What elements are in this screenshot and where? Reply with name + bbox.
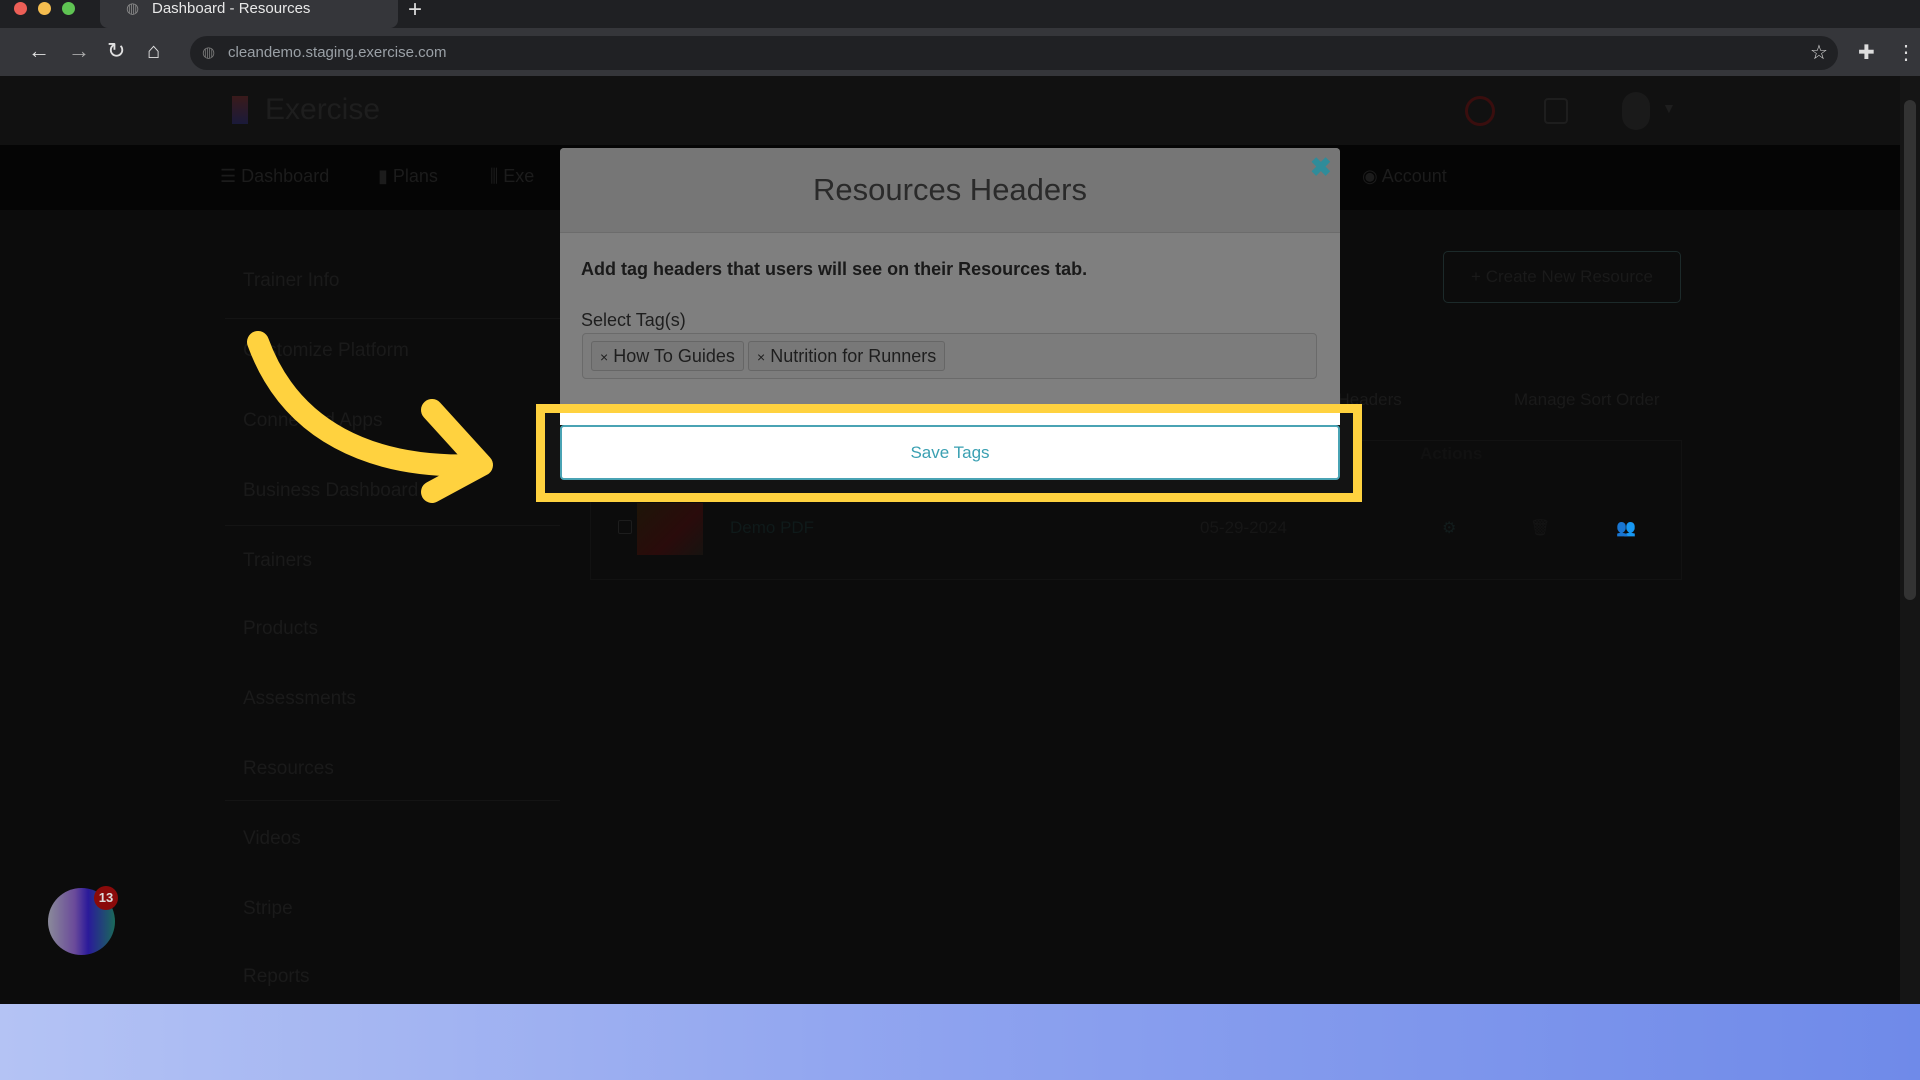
close-window-button[interactable] [14, 2, 27, 15]
site-info-icon: ◍ [202, 44, 216, 61]
sidebar-item-products[interactable]: Products [243, 618, 318, 640]
divider [225, 318, 560, 319]
tab-title: Dashboard - Resources [152, 0, 311, 17]
address-bar[interactable]: ◍ cleandemo.staging.exercise.com [190, 36, 1838, 70]
new-tab-button[interactable]: + [408, 0, 422, 24]
url-text: cleandemo.staging.exercise.com [228, 44, 447, 61]
extensions-icon[interactable]: ✚ [1858, 40, 1875, 65]
user-avatar[interactable] [1622, 92, 1650, 130]
nav-account[interactable]: ◉ Account [1362, 166, 1447, 187]
resource-thumbnail [637, 503, 703, 555]
modal-title: Resources Headers [813, 172, 1087, 207]
sidebar-item-reports[interactable]: Reports [243, 966, 310, 988]
reload-icon[interactable]: ↻ [107, 38, 125, 64]
remove-tag-icon[interactable]: × [600, 349, 608, 365]
manage-sort-order-link[interactable]: Manage Sort Order [1514, 390, 1660, 410]
divider [225, 525, 560, 526]
row-checkbox[interactable] [618, 520, 632, 534]
maximize-window-button[interactable] [62, 2, 75, 15]
messages-icon[interactable] [1544, 98, 1568, 124]
bookmark-star-icon[interactable]: ☆ [1810, 40, 1828, 65]
close-icon[interactable]: ✖ [1310, 152, 1332, 183]
modal-footer [560, 413, 1340, 425]
browser-menu-icon[interactable]: ⋮ [1896, 40, 1916, 65]
sidebar-item-videos[interactable]: Videos [243, 828, 301, 850]
nav-dashboard[interactable]: ☰ Dashboard [220, 166, 329, 187]
remove-tag-icon[interactable]: × [757, 349, 765, 365]
home-icon[interactable]: ⌂ [147, 38, 160, 64]
resource-name[interactable]: Demo PDF [730, 518, 814, 538]
nav-exercises[interactable]: ⫼ Exe [490, 166, 534, 187]
sidebar-item-trainer-info[interactable]: Trainer Info [243, 270, 339, 292]
sidebar-item-assessments[interactable]: Assessments [243, 688, 356, 710]
sidebar-item-resources[interactable]: Resources [243, 758, 334, 780]
arrow-annotation-icon [247, 331, 493, 503]
save-tags-button[interactable]: Save Tags [560, 425, 1340, 480]
chevron-down-icon[interactable]: ▼ [1662, 100, 1676, 116]
modal-description: Add tag headers that users will see on t… [581, 259, 1088, 279]
logo-text: Exercise [265, 93, 381, 126]
settings-icon[interactable]: ⚙ [1442, 518, 1456, 538]
back-icon[interactable]: ← [28, 38, 50, 64]
users-icon[interactable]: 👥 [1616, 518, 1636, 538]
tag-chip-how-to-guides: × How To Guides [591, 341, 744, 371]
create-new-resource-button[interactable]: + Create New Resource [1443, 251, 1681, 303]
sidebar-item-trainers[interactable]: Trainers [243, 550, 312, 572]
resource-date: 05-29-2024 [1200, 518, 1287, 537]
actions-header: Actions [1420, 444, 1483, 463]
background-gradient-band [0, 1004, 1920, 1080]
browser-tab[interactable]: ◍ Dashboard - Resources [100, 0, 398, 28]
trash-icon[interactable]: 🗑 [1530, 518, 1550, 538]
nav-plans[interactable]: ▮ Plans [378, 166, 438, 187]
sidebar-item-stripe[interactable]: Stripe [243, 898, 293, 920]
timer-icon[interactable] [1465, 96, 1495, 126]
scrollbar-thumb[interactable] [1904, 100, 1916, 600]
globe-icon: ◍ [126, 0, 140, 17]
logo-icon [232, 96, 248, 124]
tag-chip-nutrition-for-runners: × Nutrition for Runners [748, 341, 946, 371]
forward-icon[interactable]: → [68, 38, 90, 64]
select-tags-label: Select Tag(s) [581, 310, 686, 330]
notification-badge: 13 [94, 886, 118, 910]
minimize-window-button[interactable] [38, 2, 51, 15]
divider [225, 800, 560, 801]
